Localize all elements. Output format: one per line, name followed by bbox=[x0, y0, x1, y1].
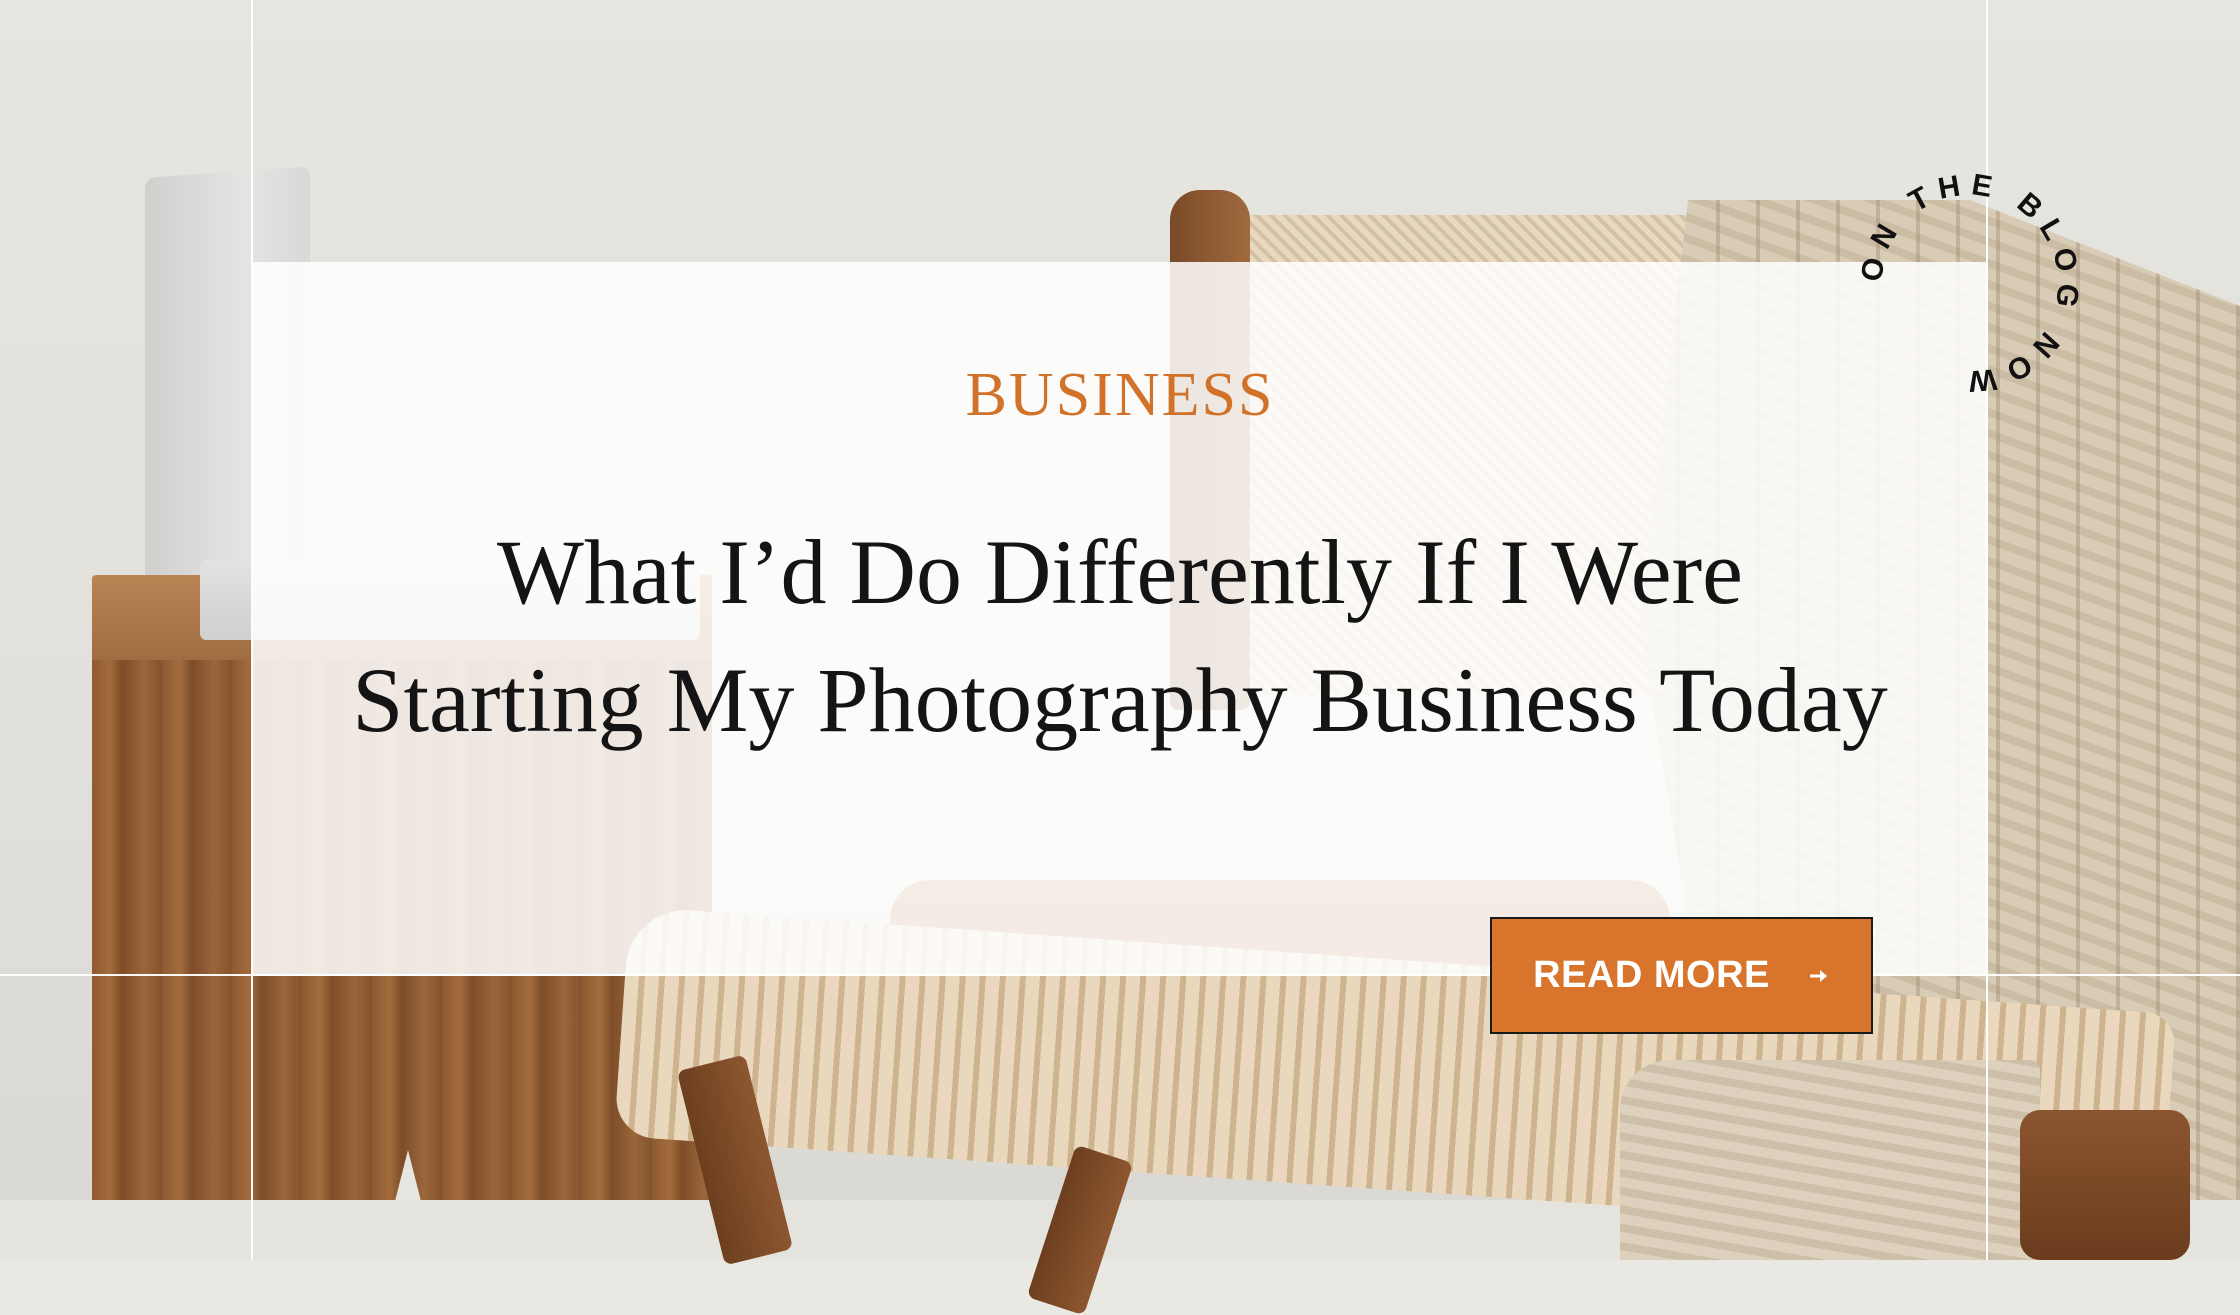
read-more-label: READ MORE bbox=[1533, 954, 1770, 996]
post-title-line-2: Starting My Photography Business Today bbox=[352, 649, 1888, 751]
arrow-right-icon bbox=[1806, 964, 1830, 988]
chair-arm bbox=[2020, 1110, 2190, 1260]
post-title-line-1: What I’d Do Differently If I Were bbox=[497, 521, 1743, 623]
badge-text: ON THE BLOG NOW bbox=[1855, 168, 2085, 398]
read-more-button[interactable]: READ MORE bbox=[1490, 917, 1873, 1034]
circular-text-badge-icon: ON THE BLOG NOW bbox=[1855, 168, 2085, 398]
post-title: What I’d Do Differently If I Were Starti… bbox=[252, 508, 1988, 764]
blanket-drape bbox=[1620, 1060, 2040, 1260]
badge-svg: ON THE BLOG NOW bbox=[1855, 168, 2085, 398]
